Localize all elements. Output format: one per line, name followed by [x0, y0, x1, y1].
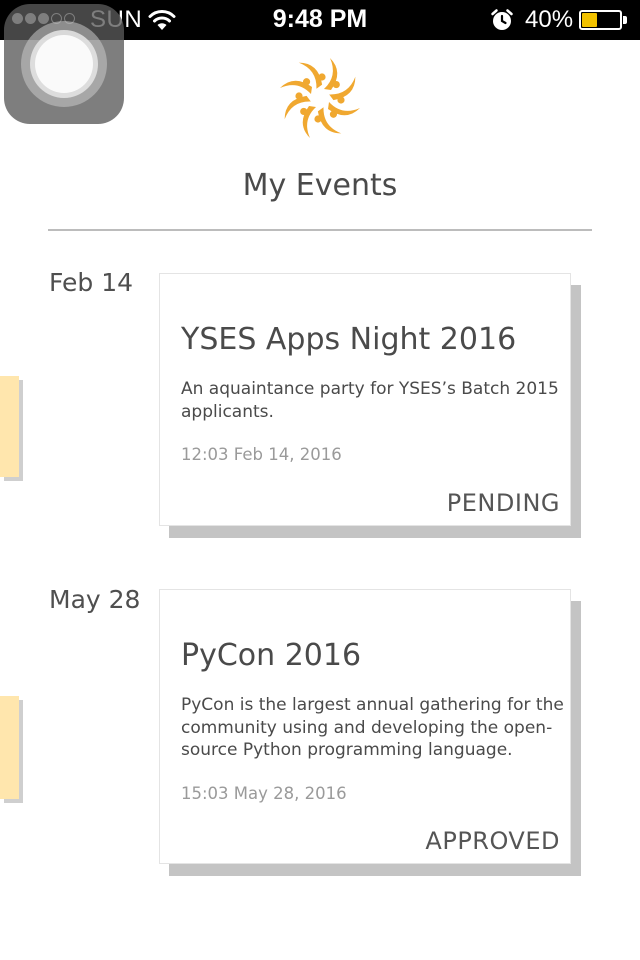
header-divider [48, 229, 592, 231]
logo-dot [337, 96, 345, 104]
battery-level-fill [582, 13, 597, 27]
event-status-badge: APPROVED [425, 827, 560, 855]
logo-dot [295, 92, 303, 100]
event-timestamp: 12:03 Feb 14, 2016 [181, 445, 342, 464]
event-date: May 28 [49, 585, 141, 614]
event-description: An aquaintance party for YSES’s Batch 20… [181, 379, 559, 422]
side-drawer-tab[interactable] [0, 696, 19, 799]
alarm-clock-icon [491, 9, 513, 30]
event-description: PyCon is the largest annual gathering fo… [181, 695, 564, 760]
event-card[interactable]: PyCon 2016 PyCon is the largest annual g… [159, 589, 571, 864]
sunburst-logo-icon [280, 58, 360, 138]
assistive-touch-button[interactable] [4, 4, 124, 124]
page-title: My Events [242, 168, 398, 203]
battery-percent: 40% [525, 6, 574, 33]
side-drawer-tab[interactable] [0, 376, 19, 477]
logo-dot [314, 115, 322, 123]
event-timestamp: 15:03 May 28, 2016 [181, 784, 347, 803]
event-card[interactable]: YSES Apps Night 2016 An aquaintance part… [159, 273, 571, 526]
event-status-badge: PENDING [446, 489, 560, 517]
event-title: YSES Apps Night 2016 [181, 322, 517, 357]
battery-tip [623, 16, 627, 24]
assistive-touch-center [35, 35, 93, 93]
event-title: PyCon 2016 [181, 638, 362, 673]
event-date: Feb 14 [49, 268, 134, 297]
battery-icon [579, 10, 629, 30]
